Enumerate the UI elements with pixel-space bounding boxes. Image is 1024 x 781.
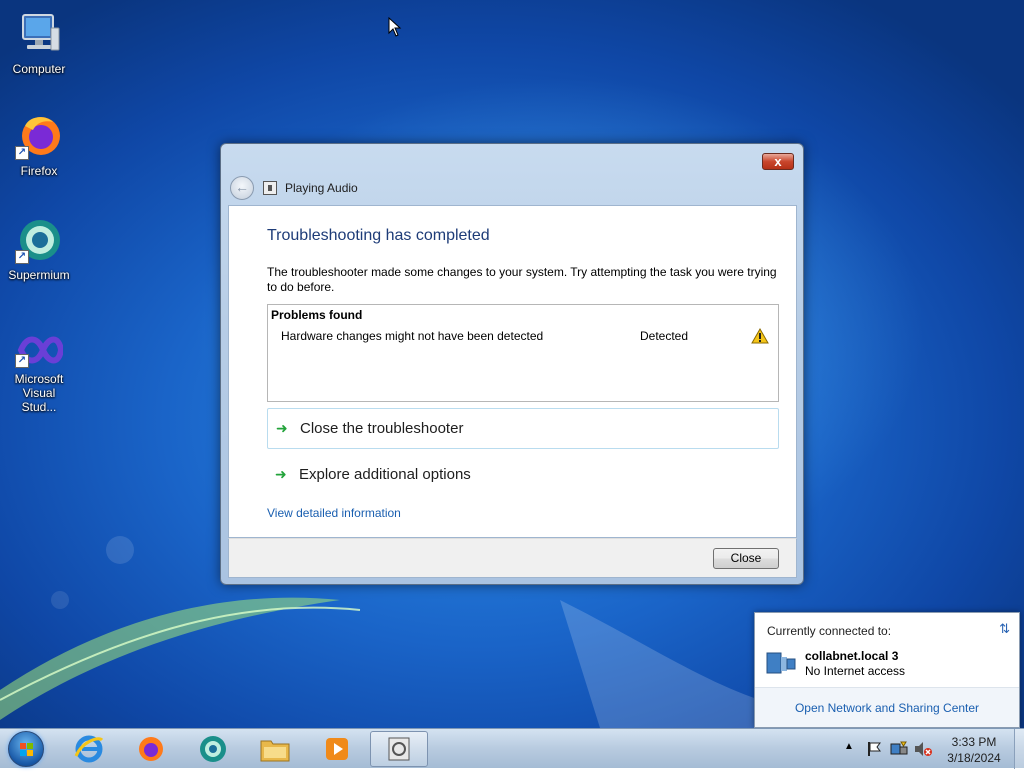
problems-box: Problems found Hardware changes might no… (267, 304, 779, 402)
desktop-icon-label: Microsoft Visual Stud... (14, 372, 64, 414)
problem-row: Hardware changes might not have been det… (281, 328, 771, 347)
close-troubleshooter-option[interactable]: ➜ Close the troubleshooter (267, 408, 779, 449)
show-desktop-button[interactable] (1014, 729, 1024, 769)
windows-logo-icon (20, 743, 33, 756)
dialog-footer: Close (228, 538, 797, 578)
network-icon (766, 652, 796, 674)
network-status: No Internet access (805, 664, 906, 678)
supermium-icon: ↗ (15, 216, 63, 264)
show-hidden-icons-button[interactable]: ▲ (844, 741, 854, 781)
media-player-icon (326, 738, 348, 760)
mouse-cursor-icon (388, 17, 402, 37)
desktop-icon-label: Computer (12, 62, 66, 76)
option-label: Close the troubleshooter (300, 420, 464, 437)
green-arrow-icon: ➜ (275, 466, 287, 482)
desktop-icon-label: Supermium (8, 268, 70, 282)
clock[interactable]: 3:33 PM 3/18/2024 (936, 734, 1012, 766)
troubleshooter-dialog: x ← Playing Audio Troubleshooting has co… (220, 143, 804, 585)
warning-icon (751, 328, 769, 344)
explore-options-option[interactable]: ➜ Explore additional options (267, 454, 779, 495)
firefox-icon (139, 737, 163, 761)
desktop-icon-label: Firefox (20, 164, 58, 178)
internet-explorer-icon (74, 735, 104, 763)
file-explorer-icon (260, 740, 290, 762)
network-tray-icon[interactable] (890, 741, 908, 781)
taskbar: ▲ 3:33 PM 3/18/2024 (0, 728, 1024, 769)
clock-date: 3/18/2024 (947, 751, 1001, 765)
taskbar-troubleshooter[interactable] (370, 731, 428, 767)
computer-icon (15, 10, 63, 58)
network-popup-header: Currently connected to: (767, 624, 892, 638)
volume-muted-icon[interactable] (914, 741, 932, 781)
option-label: Explore additional options (299, 466, 471, 483)
supermium-icon (200, 736, 226, 762)
green-arrow-icon: ➜ (276, 420, 288, 436)
content-panel: Troubleshooting has completed The troubl… (228, 205, 797, 538)
refresh-icon[interactable]: ⇅ (999, 621, 1010, 637)
shortcut-arrow-icon: ↗ (15, 354, 29, 368)
close-button[interactable]: Close (713, 548, 779, 569)
action-center-flag-icon[interactable] (866, 741, 882, 781)
visual-studio-icon: ↗ (15, 332, 65, 368)
desktop: Computer ↗ Firefox ↗ Supermium ↗ Microso… (0, 0, 1024, 728)
desktop-icon-visual-studio[interactable]: ↗ Microsoft Visual Stud... (4, 332, 74, 414)
page-title: Troubleshooting has completed (267, 227, 490, 244)
network-name: collabnet.local 3 (805, 649, 899, 663)
nav-title: Playing Audio (285, 181, 358, 195)
clock-time: 3:33 PM (951, 735, 997, 749)
window-close-button[interactable]: x (762, 153, 794, 170)
problem-status: Detected (640, 329, 689, 343)
view-detailed-information-link[interactable]: View detailed information (267, 506, 401, 520)
taskbar-file-explorer[interactable] (248, 731, 302, 767)
start-button[interactable] (8, 731, 44, 767)
desktop-icon-firefox[interactable]: ↗ Firefox (4, 112, 74, 178)
problems-header: Problems found (271, 308, 363, 322)
taskbar-firefox[interactable] (124, 731, 178, 767)
desktop-icon-computer[interactable]: Computer (4, 10, 74, 76)
network-sharing-center-link[interactable]: Open Network and Sharing Center (755, 687, 1019, 727)
network-popup: Currently connected to: ⇅ collabnet.loca… (754, 612, 1020, 728)
taskbar-media-player[interactable] (310, 731, 364, 767)
taskbar-internet-explorer[interactable] (62, 731, 116, 767)
nav-bar: ← Playing Audio (230, 176, 358, 200)
firefox-icon: ↗ (15, 112, 63, 160)
taskbar-supermium[interactable] (186, 731, 240, 767)
troubleshooter-app-icon (263, 181, 277, 195)
back-arrow-icon[interactable]: ← (230, 176, 254, 200)
desktop-icon-supermium[interactable]: ↗ Supermium (4, 216, 74, 282)
shortcut-arrow-icon: ↗ (15, 250, 29, 264)
problem-name: Hardware changes might not have been det… (281, 329, 544, 343)
shortcut-arrow-icon: ↗ (15, 146, 29, 160)
troubleshooter-icon (388, 737, 410, 761)
description-text: The troubleshooter made some changes to … (267, 265, 777, 294)
